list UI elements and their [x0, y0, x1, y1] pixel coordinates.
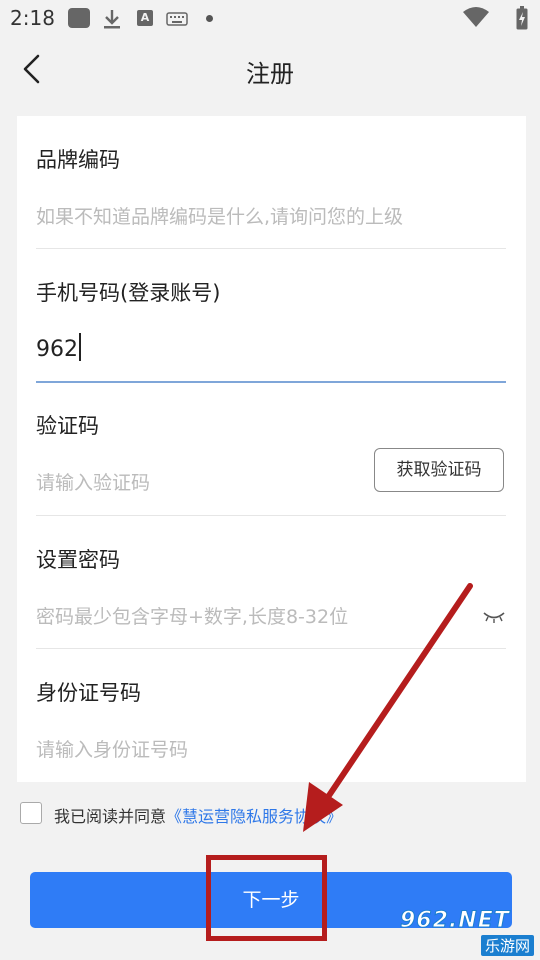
- agreement-row: 我已阅读并同意《慧运营隐私服务协议》: [20, 800, 520, 826]
- watermark-sub-text: 乐游网: [480, 935, 534, 956]
- brand-code-label: 品牌编码: [36, 148, 120, 172]
- id-number-field[interactable]: 身份证号码 请输入身份证号码: [36, 649, 506, 782]
- register-form: 品牌编码 如果不知道品牌编码是什么,请询问您的上级 手机号码(登录账号) 962…: [17, 116, 526, 782]
- app-header: 注册: [0, 36, 540, 102]
- download-icon: [104, 10, 120, 29]
- status-bar: 2:18 A: [0, 0, 540, 36]
- id-number-input[interactable]: 请输入身份证号码: [36, 735, 188, 762]
- agreement-prefix: 我已阅读并同意: [54, 807, 167, 826]
- keyboard-icon: [166, 12, 188, 26]
- password-field[interactable]: 设置密码 密码最少包含字母+数字,长度8-32位: [36, 516, 506, 649]
- eye-closed-icon[interactable]: [482, 610, 506, 624]
- verify-code-label: 验证码: [36, 414, 99, 438]
- annotation-highlight-box: [206, 855, 327, 941]
- a-badge-icon: A: [137, 10, 153, 26]
- password-input[interactable]: 密码最少包含字母+数字,长度8-32位: [36, 602, 348, 629]
- agreement-text: 我已阅读并同意《慧运营隐私服务协议》: [54, 803, 342, 827]
- brand-code-field[interactable]: 品牌编码 如果不知道品牌编码是什么,请询问您的上级: [36, 116, 506, 249]
- verify-code-field[interactable]: 验证码 请输入验证码 获取验证码: [36, 382, 506, 516]
- text-cursor: [79, 333, 81, 361]
- site-watermark: 962.NET 乐游网: [400, 908, 536, 956]
- privacy-policy-link[interactable]: 《慧运营隐私服务协议》: [166, 807, 342, 826]
- id-number-label: 身份证号码: [36, 681, 141, 705]
- phone-input[interactable]: 962: [36, 333, 81, 362]
- battery-icon: [516, 6, 528, 30]
- dot-icon: [206, 15, 213, 22]
- phone-field[interactable]: 手机号码(登录账号) 962: [36, 249, 506, 383]
- get-code-button[interactable]: 获取验证码: [374, 448, 504, 492]
- phone-value: 962: [36, 337, 78, 362]
- agreement-checkbox[interactable]: [20, 802, 42, 824]
- gallery-icon: [68, 8, 90, 28]
- verify-code-input[interactable]: 请输入验证码: [36, 468, 150, 495]
- page-title: 注册: [246, 60, 294, 88]
- phone-label: 手机号码(登录账号): [36, 281, 221, 305]
- wifi-icon: [463, 7, 489, 27]
- brand-code-input[interactable]: 如果不知道品牌编码是什么,请询问您的上级: [36, 202, 403, 229]
- password-label: 设置密码: [36, 548, 120, 572]
- watermark-logo-text: 962.NET: [400, 908, 510, 934]
- status-time: 2:18: [10, 6, 55, 30]
